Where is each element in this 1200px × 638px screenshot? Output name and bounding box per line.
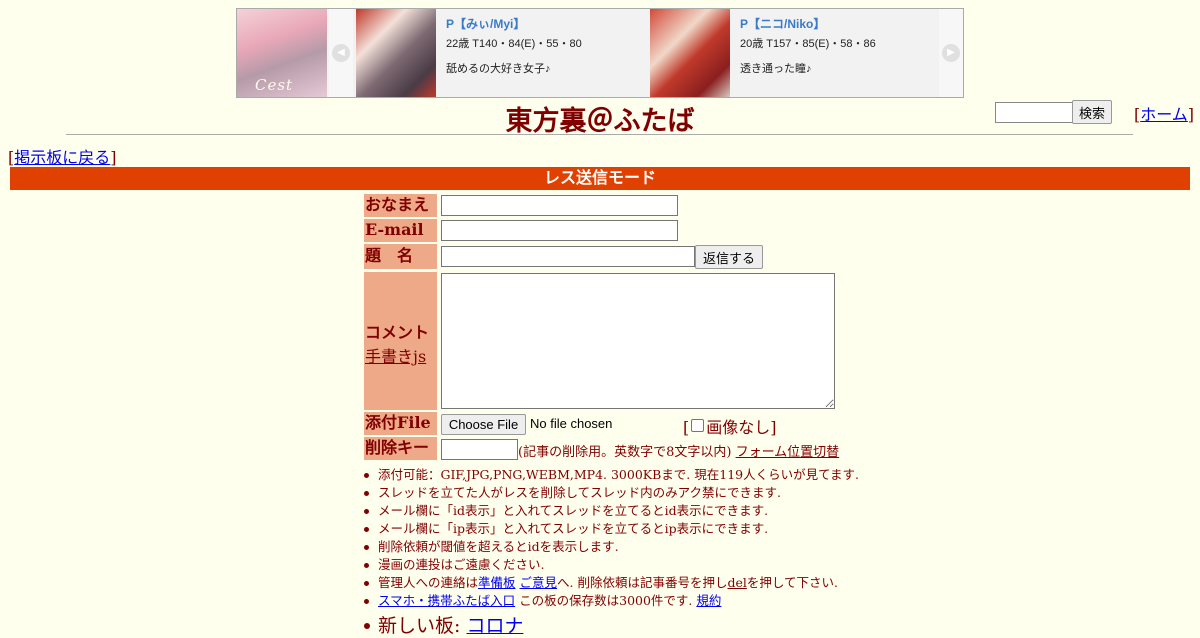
form-position-toggle-link[interactable]: フォーム位置切替 [736,445,840,460]
contact-note-text: 管理人への連絡は [378,575,479,590]
feedback-link[interactable]: ご意見 [520,575,558,590]
new-board-line: 新しい板: コロナ [360,611,523,638]
ad-card-name[interactable]: P【ニコ/Niko】 [740,15,876,32]
junbi-board-link[interactable]: 準備板 [478,575,516,590]
ad-next-button[interactable]: ▶ [939,9,963,97]
ad-card-meta: 22歳 T140・84(E)・55・80 [446,38,582,50]
subject-field[interactable] [441,246,695,267]
list-item: メール欄に「id表示」と入れてスレッドを立てるとid表示にできます. [360,502,859,520]
subject-label: 題 名 [364,244,437,269]
board-notes-list: 添付可能：GIF,JPG,PNG,WEBM,MP4. 3000KBまで. 現在1… [360,466,859,610]
file-status-text: No file chosen [530,416,613,431]
no-image-checkbox[interactable] [691,419,705,432]
ad-card-myi[interactable]: P【みぃ/Myi】 22歳 T140・84(E)・55・80 舐めるの大好き女子… [356,9,650,97]
no-image-label: 画像なし [706,418,771,437]
chevron-left-icon: ◀ [332,44,350,62]
email-field[interactable] [441,220,678,241]
handwrite-js-link[interactable]: 手書きjs [365,347,426,366]
ad-card-niko[interactable]: P【ニコ/Niko】 20歳 T157・85(E)・58・86 透き通った瞳♪ [650,9,944,97]
delete-key-label: 削除キー [364,437,437,460]
chevron-right-icon: ▶ [942,44,960,62]
profile-photo[interactable] [356,9,436,97]
terms-link[interactable]: 規約 [696,593,721,608]
back-to-board-link[interactable]: 掲示板に戻る [14,148,110,167]
del-link[interactable]: del [727,575,746,590]
file-label: 添付File [364,412,437,435]
list-item: 漫画の連投はご遠慮ください. [360,556,859,574]
comment-label: コメント [365,323,430,342]
list-item: メール欄に「ip表示」と入れてスレッドを立てるとip表示にできます. [360,520,859,538]
storage-note-text: この板の保存数は3000件です. [515,593,697,608]
comment-textarea[interactable] [441,273,835,409]
list-item: 削除依頼が閾値を超えるとidを表示します. [360,538,859,556]
delete-key-note: (記事の削除用。英数字で8文字以内) フォーム位置切替 [518,441,839,460]
comment-label-cell: コメント 手書きjs [364,272,437,410]
search-button[interactable]: 検索 [1072,100,1113,124]
list-item: 添付可能：GIF,JPG,PNG,WEBM,MP4. 3000KBまで. 現在1… [360,466,859,484]
delete-key-field[interactable] [441,439,518,460]
no-image-option: [画像なし] [683,418,777,437]
contact-note-mid: へ. 削除依頼は記事番号を押し [557,575,728,590]
profile-photo[interactable] [650,9,730,97]
divider [66,134,1133,135]
reply-mode-bar: レス送信モード [10,167,1190,190]
search-input[interactable] [995,102,1077,123]
shop-logo-text: Cest [255,76,294,94]
new-board-link[interactable]: コロナ [466,615,523,637]
list-item: スレッドを立てた人がレスを削除してスレッド内のみアク禁にできます. [360,484,859,502]
list-item: 管理人への連絡は準備板 ご意見へ. 削除依頼は記事番号を押しdelを押して下さい… [360,574,859,592]
ad-card-desc: 舐めるの大好き女子♪ [446,63,551,75]
name-field[interactable] [441,195,678,216]
mobile-entry-link[interactable]: スマホ・携帯ふたば入口 [378,593,515,608]
home-link[interactable]: ホーム [1140,105,1188,124]
name-label: おなまえ [364,194,437,217]
submit-reply-button[interactable]: 返信する [695,245,763,269]
email-label: E-mail [364,219,437,242]
ad-prev-button[interactable]: ◀ [329,9,353,97]
shop-logo-image[interactable]: Cest [237,9,327,97]
home-link-wrapper: [ホーム] [1134,105,1195,124]
ad-card-desc: 透き通った瞳♪ [740,63,812,75]
choose-file-button[interactable]: Choose File [441,414,526,435]
ad-card-name[interactable]: P【みぃ/Myi】 [446,15,582,32]
delete-key-hint: (記事の削除用。英数字で8文字以内) [518,445,732,460]
new-board-label: 新しい板: [378,615,467,637]
ad-banner[interactable]: Cest ◀ P【みぃ/Myi】 22歳 T140・84(E)・55・80 舐め… [236,8,964,98]
list-item: スマホ・携帯ふたば入口 この板の保存数は3000件です. 規約 [360,592,859,610]
contact-note-suffix: を押して下さい. [746,575,838,590]
ad-card-meta: 20歳 T157・85(E)・58・86 [740,38,876,50]
back-link-wrapper: [掲示板に戻る] [8,148,117,167]
